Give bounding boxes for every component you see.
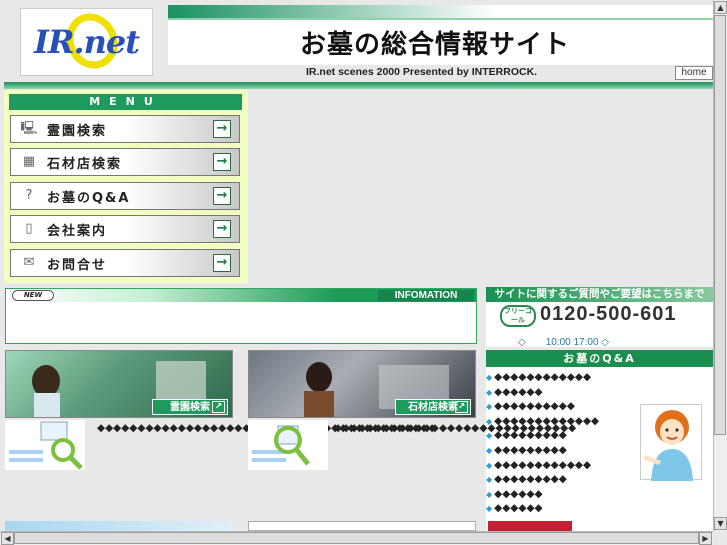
qa-link[interactable]: ◆ ◆◆◆◆◆◆◆◆◆ — [486, 399, 636, 414]
arrow-right-icon: → — [213, 187, 231, 205]
banner-stripe — [168, 5, 713, 18]
qa-list: ◆ ◆◆◆◆◆◆◆◆◆◆◆ ◆ ◆ ◆◆◆◆ ◆◆ ◆ ◆◆◆◆◆◆◆ ◆◆◆ ◆ ◆◆◆◆◆… — [486, 370, 636, 516]
bottom-banner-left — [5, 521, 233, 531]
menu-item-company[interactable]: ▯ 会社案内 → — [10, 215, 240, 243]
logo-text: IR.net — [33, 23, 140, 61]
business-hours: ◇ 10:00 17:00 ◇ — [518, 337, 609, 348]
search-illustration-icon — [5, 420, 85, 470]
phone-number[interactable]: 0120-500-601 — [540, 303, 677, 326]
qa-link[interactable]: ◆ ◆◆◆◆◆ — [486, 487, 636, 502]
site-subtitle: IR.net scenes 2000 Presented by INTERROC… — [306, 66, 538, 78]
new-badge: NEW — [12, 290, 54, 301]
menu-item-stonemason-search[interactable]: ▦ 石材店検索 → — [10, 148, 240, 176]
menu-item-label: 霊園検索 — [47, 123, 108, 139]
menu-item-cemetery-search[interactable]: 🖳 霊園検索 → — [10, 115, 240, 143]
question-icon: ? — [25, 188, 33, 203]
cemetery-search-description: ◆◆◆◆◆◆◆◆◆◆◆◆◆◆◆◆◆◆◆◆◆◆◆◆◆◆◆◆◆◆◆◆◆◆◆◆◆◆◆◆… — [97, 421, 436, 436]
arrow-right-icon: → — [213, 153, 231, 171]
site-logo[interactable]: IR.net — [20, 5, 153, 77]
menu-item-qa[interactable]: ? お墓のQ&A → — [10, 182, 240, 210]
bottom-banner-right — [488, 521, 572, 531]
menu-item-contact[interactable]: ✉ お問合せ → — [10, 249, 240, 277]
qa-link[interactable]: ◆ ◆◆◆◆◆◆◆◆ — [486, 472, 636, 487]
cemetery-photo[interactable]: 霊園検索 ↗ — [5, 350, 233, 418]
qa-link[interactable]: ◆ ◆◆◆◆◆◆◆◆◆◆◆ — [486, 458, 636, 473]
stonemason-search-button[interactable]: 石材店検索 ↗ — [395, 399, 471, 415]
cemetery-search-button[interactable]: 霊園検索 ↗ — [152, 399, 228, 415]
horizontal-scroll-thumb[interactable] — [14, 532, 699, 544]
information-label: INFOMATION — [378, 290, 474, 301]
arrow-icon: ↗ — [455, 401, 468, 413]
page-title: お墓の総合情報サイト — [300, 30, 571, 60]
store-icon: ▦ — [22, 154, 36, 169]
mail-icon: ✉ — [23, 255, 35, 270]
qa-link[interactable]: ◆ ◆◆◆◆◆◆◆◆◆◆◆ — [486, 370, 636, 385]
qa-link[interactable]: ◆ ◆◆◆◆◆◆◆◆ — [486, 443, 636, 458]
guide-avatar-image — [640, 404, 702, 481]
scroll-down-icon[interactable]: ▼ — [714, 517, 727, 530]
building-icon: ▯ — [25, 221, 33, 236]
scroll-up-icon[interactable]: ▲ — [714, 1, 727, 14]
menu-item-label: お問合せ — [47, 257, 108, 273]
stonemason-photo[interactable]: 石材店検索 ↗ — [248, 350, 476, 418]
computer-icon: 🖳 — [20, 121, 38, 136]
store-search-illustration-icon — [248, 420, 328, 470]
menu-item-label: 石材店検索 — [47, 156, 123, 172]
menu-item-label: お墓のQ&A — [47, 190, 131, 206]
qa-link[interactable]: ◆ ◆◆◆◆◆ — [486, 385, 636, 400]
arrow-icon: ↗ — [212, 401, 225, 413]
button-label: 石材店検索 — [408, 402, 458, 413]
menu-heading: MENU — [9, 94, 242, 110]
contact-heading: サイトに関するご質問やご要望はこちらまで — [486, 287, 713, 302]
qa-link[interactable]: ◆ ◆◆◆◆◆ — [486, 501, 636, 516]
button-label: 霊園検索 — [170, 402, 210, 413]
vertical-scroll-thumb[interactable] — [714, 15, 726, 435]
qa-heading: お墓のQ&A — [486, 350, 713, 367]
arrow-right-icon: → — [213, 120, 231, 138]
scroll-right-icon[interactable]: ▶ — [699, 532, 712, 545]
stonemason-search-description: ◆◆◆◆◆◆◆◆◆◆◆◆◆◆◆◆◆◆◆◆◆◆◆◆◆◆◆◆◆◆ — [334, 422, 577, 434]
home-button[interactable]: home — [675, 66, 713, 80]
bottom-banner-middle — [248, 521, 476, 531]
arrow-right-icon: → — [213, 254, 231, 272]
header-divider — [4, 82, 714, 89]
scroll-left-icon[interactable]: ◀ — [1, 532, 14, 545]
arrow-right-icon: → — [213, 220, 231, 238]
menu-item-label: 会社案内 — [47, 223, 108, 239]
freecall-badge: フリーコール — [500, 305, 536, 327]
